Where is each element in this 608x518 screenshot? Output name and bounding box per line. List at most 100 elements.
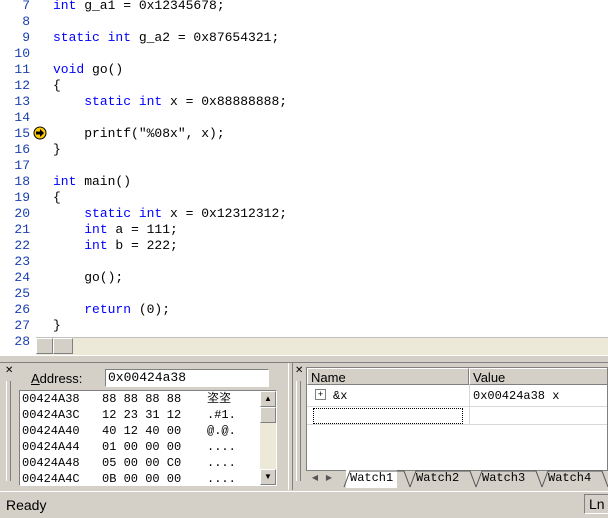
code-line[interactable]: 16} — [0, 142, 608, 158]
code-token: printf("%08x", x); — [53, 126, 225, 141]
code-line[interactable]: 17 — [0, 158, 608, 174]
code-text: return (0); — [53, 302, 170, 318]
pane-grip[interactable] — [6, 381, 11, 481]
line-number: 27 — [14, 318, 30, 333]
memory-ascii: .... — [207, 456, 236, 470]
code-token: } — [53, 318, 61, 333]
code-line[interactable]: 14 — [0, 110, 608, 126]
memory-bytes: 0B 00 00 00 — [102, 472, 182, 486]
memory-row[interactable]: 00424A48 05 00 00 C0.... — [22, 455, 260, 471]
scroll-left-button[interactable] — [36, 338, 53, 354]
pane-splitter[interactable] — [0, 355, 608, 363]
expand-icon[interactable]: + — [315, 389, 326, 400]
address-label: Address: — [31, 371, 82, 386]
memory-vertical-scrollbar[interactable]: ▲ ▼ — [260, 391, 276, 485]
memory-ascii: .#1. — [207, 408, 236, 422]
column-header-name[interactable]: Name — [307, 368, 469, 385]
code-token: b = 222; — [107, 238, 178, 253]
memory-bytes: 40 12 40 00 — [102, 424, 182, 438]
new-watch-field[interactable] — [313, 408, 463, 424]
code-line[interactable]: 15 printf("%08x", x); — [0, 126, 608, 142]
code-line[interactable]: 24 go(); — [0, 270, 608, 286]
memory-ascii: 垐垐 — [207, 392, 232, 406]
code-text: } — [53, 318, 61, 334]
code-token: { — [53, 190, 61, 205]
code-text: int a = 111; — [53, 222, 178, 238]
pane-grip[interactable] — [296, 381, 301, 481]
code-line[interactable]: 10 — [0, 46, 608, 62]
memory-row[interactable]: 00424A4C 0B 00 00 00.... — [22, 471, 260, 486]
code-line[interactable]: 27} — [0, 318, 608, 334]
code-line[interactable]: 22 int b = 222; — [0, 238, 608, 254]
memory-ascii: @.@. — [207, 424, 236, 438]
current-line-arrow-icon — [33, 126, 47, 140]
editor-horizontal-scrollbar[interactable] — [36, 337, 608, 355]
code-line[interactable]: 8 — [0, 14, 608, 30]
line-number: 14 — [14, 110, 30, 125]
line-number: 25 — [14, 286, 30, 301]
code-line[interactable]: 21 int a = 111; — [0, 222, 608, 238]
code-token: x = 0x88888888; — [162, 94, 288, 109]
code-token: (0); — [131, 302, 171, 317]
code-line[interactable]: 26 return (0); — [0, 302, 608, 318]
watch-grid[interactable]: Name Value + &x 0x00424a38 x — [306, 367, 608, 471]
line-number: 23 — [14, 254, 30, 269]
line-number: 8 — [22, 14, 30, 29]
line-number: 21 — [14, 222, 30, 237]
code-line[interactable]: 19 { — [0, 190, 608, 206]
code-line[interactable]: 18 int main() — [0, 174, 608, 190]
grid-line — [307, 424, 607, 425]
line-number: 13 — [14, 94, 30, 109]
code-line[interactable]: 12 { — [0, 78, 608, 94]
memory-dump[interactable]: 00424A38 88 88 88 88 垐垐 00424A3C 12 23 31 12… — [19, 390, 277, 486]
memory-bytes: 88 88 88 88 — [102, 392, 182, 406]
address-label-hotkey: A — [31, 371, 40, 386]
close-icon[interactable]: ✕ — [5, 365, 13, 376]
code-text: { — [53, 78, 61, 94]
code-line[interactable]: 13 static int x = 0x88888888; — [0, 94, 608, 110]
line-number: 15 — [14, 126, 30, 141]
code-text: int b = 222; — [53, 238, 178, 254]
scroll-thumb[interactable] — [53, 338, 73, 354]
code-token: go(); — [53, 270, 124, 285]
memory-row[interactable]: 00424A38 88 88 88 88 垐垐 — [22, 391, 260, 407]
code-keyword: static int — [84, 94, 163, 109]
close-icon[interactable]: ✕ — [295, 365, 303, 376]
line-number: 11 — [14, 62, 30, 77]
line-number: 22 — [14, 238, 30, 253]
line-number: 12 — [14, 78, 30, 93]
code-line[interactable]: 25 — [0, 286, 608, 302]
code-line[interactable]: 9 static int g_a2 = 0x87654321; — [0, 30, 608, 46]
memory-ascii: .... — [207, 472, 236, 486]
code-keyword: int — [53, 174, 77, 189]
line-number: 9 — [22, 30, 30, 45]
code-line[interactable]: 20 static int x = 0x12312312; — [0, 206, 608, 222]
code-line[interactable]: 11 void go() — [0, 62, 608, 78]
code-line[interactable]: 23 — [0, 254, 608, 270]
watch-item-name[interactable]: &x — [333, 387, 347, 405]
code-keyword: static int — [84, 206, 163, 221]
source-editor[interactable]: 7 int g_a1 = 0x12345678; 8 9 static int g_a2… — [0, 0, 608, 355]
status-bar: Ready Ln — [0, 491, 608, 518]
line-number: 20 — [14, 206, 30, 221]
column-header-value[interactable]: Value — [469, 368, 607, 385]
line-number: 26 — [14, 302, 30, 317]
memory-row[interactable]: 00424A40 40 12 40 00 @.@. — [22, 423, 260, 439]
memory-address: 00424A44 — [22, 440, 80, 454]
code-keyword: void — [53, 62, 85, 77]
memory-row[interactable]: 00424A44 01 00 00 00.... — [22, 439, 260, 455]
code-token: a = 111; — [107, 222, 178, 237]
line-number: 19 — [14, 190, 30, 205]
scroll-down-button[interactable]: ▼ — [260, 469, 276, 485]
scroll-thumb[interactable] — [260, 407, 276, 423]
watch-item-value[interactable]: 0x00424a38 x — [473, 387, 559, 405]
code-token: g_a1 = 0x12345678; — [76, 0, 225, 13]
code-line[interactable]: 7 int g_a1 = 0x12345678; — [0, 0, 608, 14]
code-keyword: int — [84, 222, 108, 237]
scroll-up-button[interactable]: ▲ — [260, 391, 276, 407]
address-input[interactable]: 0x00424a38 — [105, 369, 269, 387]
code-text: static int x = 0x12312312; — [53, 206, 287, 222]
memory-row[interactable]: 00424A3C 12 23 31 12 .#1. — [22, 407, 260, 423]
